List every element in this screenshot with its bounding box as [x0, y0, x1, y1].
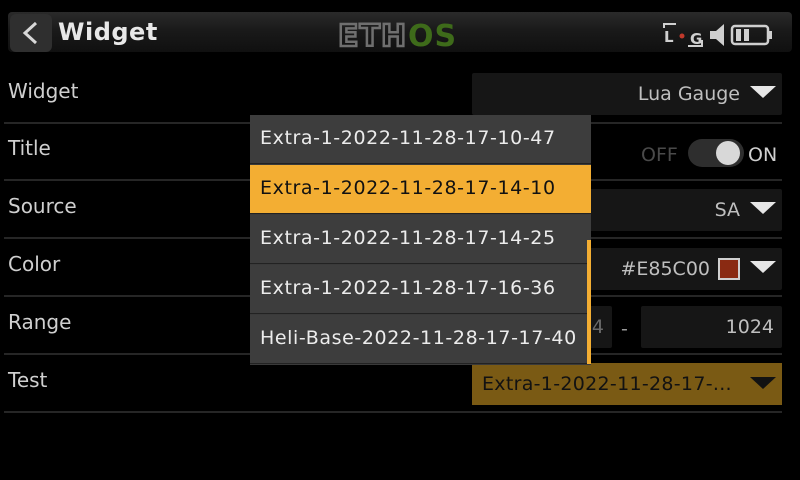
source-value: SA [714, 199, 740, 221]
range-separator: - [621, 318, 628, 340]
page-title: Widget [58, 18, 158, 46]
test-dropdown[interactable]: Extra-1-2022-11-28-17-... [472, 363, 782, 405]
caret-down-icon [750, 202, 776, 214]
popup-item[interactable]: Extra-1-2022-11-28-17-10-47 [250, 115, 591, 164]
widget-dropdown[interactable]: Lua Gauge [472, 73, 782, 115]
color-label: Color [8, 252, 61, 276]
toggle-on-label: ON [748, 144, 778, 166]
popup-item-label: Extra-1-2022-11-28-17-14-10 [260, 177, 556, 199]
back-button[interactable] [10, 14, 52, 52]
toggle-knob[interactable] [716, 141, 740, 165]
test-label: Test [8, 368, 48, 392]
caret-down-icon [750, 377, 776, 389]
popup-item-label: Heli-Base-2022-11-28-17-17-40 [260, 327, 577, 349]
range-max-field[interactable]: 1024 [641, 306, 782, 348]
speaker-icon [710, 24, 724, 46]
divider [4, 411, 782, 413]
color-swatch [718, 258, 740, 280]
popup-item[interactable]: Heli-Base-2022-11-28-17-17-40 [250, 315, 591, 364]
popup-item-label: Extra-1-2022-11-28-17-10-47 [260, 127, 556, 149]
toggle-off-label: OFF [641, 144, 678, 166]
popup-scrollbar[interactable] [587, 240, 591, 364]
test-value: Extra-1-2022-11-28-17-... [482, 373, 732, 395]
widget-value: Lua Gauge [637, 83, 740, 105]
file-select-popup: Extra-1-2022-11-28-17-10-47 Extra-1-2022… [250, 115, 591, 365]
header-bar: Widget ETH OS L G [0, 0, 800, 60]
popup-item-selected[interactable]: Extra-1-2022-11-28-17-14-10 [250, 165, 591, 214]
popup-item[interactable]: Extra-1-2022-11-28-17-16-36 [250, 265, 591, 314]
widget-label: Widget [8, 79, 79, 103]
popup-item-label: Extra-1-2022-11-28-17-14-25 [260, 227, 556, 249]
chevron-left-icon [22, 21, 38, 45]
caret-down-icon [750, 86, 776, 98]
range-label: Range [8, 310, 72, 334]
ethos-logo: ETH OS [337, 18, 457, 52]
popup-item-label: Extra-1-2022-11-28-17-16-36 [260, 277, 556, 299]
color-value: #E85C00 [620, 258, 710, 280]
caret-down-icon [750, 261, 776, 273]
status-icons: L G [663, 23, 772, 48]
l-indicator-icon: L [664, 28, 674, 46]
popup-item[interactable]: Extra-1-2022-11-28-17-14-25 [250, 215, 591, 264]
range-max-value: 1024 [725, 316, 774, 338]
title-label: Title [8, 136, 51, 160]
svg-text:OS: OS [408, 19, 457, 52]
source-label: Source [8, 194, 77, 218]
svg-text:ETH: ETH [338, 19, 407, 52]
